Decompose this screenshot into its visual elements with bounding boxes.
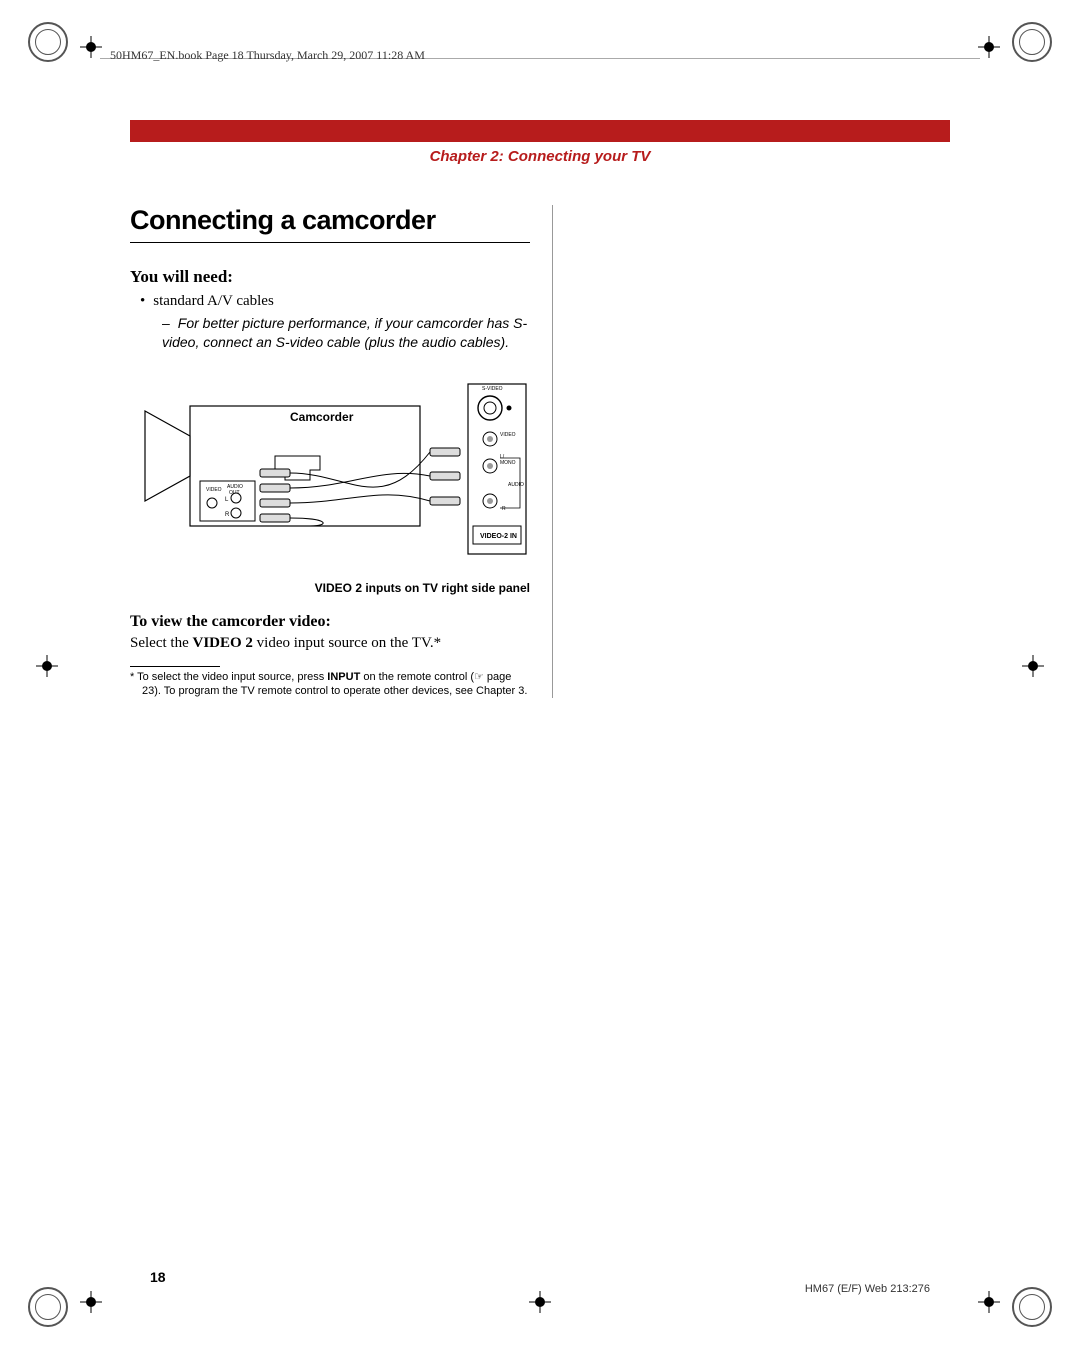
registration-mark-icon <box>529 1291 551 1313</box>
footnote-rule <box>130 666 220 667</box>
registration-mark-icon <box>36 655 58 677</box>
content-area: Chapter 2: Connecting your TV Connecting… <box>130 120 950 698</box>
needs-list: standard A/V cables For better picture p… <box>130 293 530 352</box>
header-metadata: 50HM67_EN.book Page 18 Thursday, March 2… <box>110 48 425 63</box>
list-item-text: standard A/V cables <box>153 293 274 309</box>
figure-caption: VIDEO 2 inputs on TV right side panel <box>130 581 530 595</box>
camcorder-label: Camcorder <box>290 410 354 424</box>
crop-ring-icon <box>1012 22 1052 62</box>
list-subitem: For better picture performance, if your … <box>162 314 530 352</box>
svg-text:VIDEO-2 IN: VIDEO-2 IN <box>480 533 517 540</box>
connection-diagram: Camcorder VIDEO AUDIO OUT L R <box>130 366 530 571</box>
svg-text:R: R <box>225 512 230 518</box>
svg-text:MONO: MONO <box>500 460 516 466</box>
section-heading: Connecting a camcorder <box>130 205 530 243</box>
registration-mark-icon <box>978 1291 1000 1313</box>
list-item: standard A/V cables For better picture p… <box>140 293 530 352</box>
page-number: 18 <box>150 1269 166 1285</box>
footnote: * To select the video input source, pres… <box>130 671 530 699</box>
left-column: Connecting a camcorder You will need: st… <box>130 205 530 698</box>
view-heading: To view the camcorder video: <box>130 613 530 631</box>
svg-text:VIDEO: VIDEO <box>500 432 516 438</box>
crop-ring-icon <box>28 1287 68 1327</box>
web-reference: HM67 (E/F) Web 213:276 <box>805 1283 930 1295</box>
page-root: 50HM67_EN.book Page 18 Thursday, March 2… <box>0 0 1080 1349</box>
svg-text:AUDIO: AUDIO <box>508 482 524 488</box>
crop-ring-icon <box>28 22 68 62</box>
svg-text:R: R <box>502 506 506 512</box>
svg-text:S-VIDEO: S-VIDEO <box>482 386 503 392</box>
column-divider <box>552 205 553 698</box>
registration-mark-icon <box>978 36 1000 58</box>
crop-ring-icon <box>1012 1287 1052 1327</box>
view-body: Select the VIDEO 2 video input source on… <box>130 635 530 652</box>
you-will-need-heading: You will need: <box>130 267 530 287</box>
registration-mark-icon <box>80 1291 102 1313</box>
registration-mark-icon <box>80 36 102 58</box>
svg-text:VIDEO: VIDEO <box>206 487 222 493</box>
right-column <box>575 205 950 698</box>
chapter-bar <box>130 120 950 142</box>
chapter-title: Chapter 2: Connecting your TV <box>130 148 950 165</box>
registration-mark-icon <box>1022 655 1044 677</box>
